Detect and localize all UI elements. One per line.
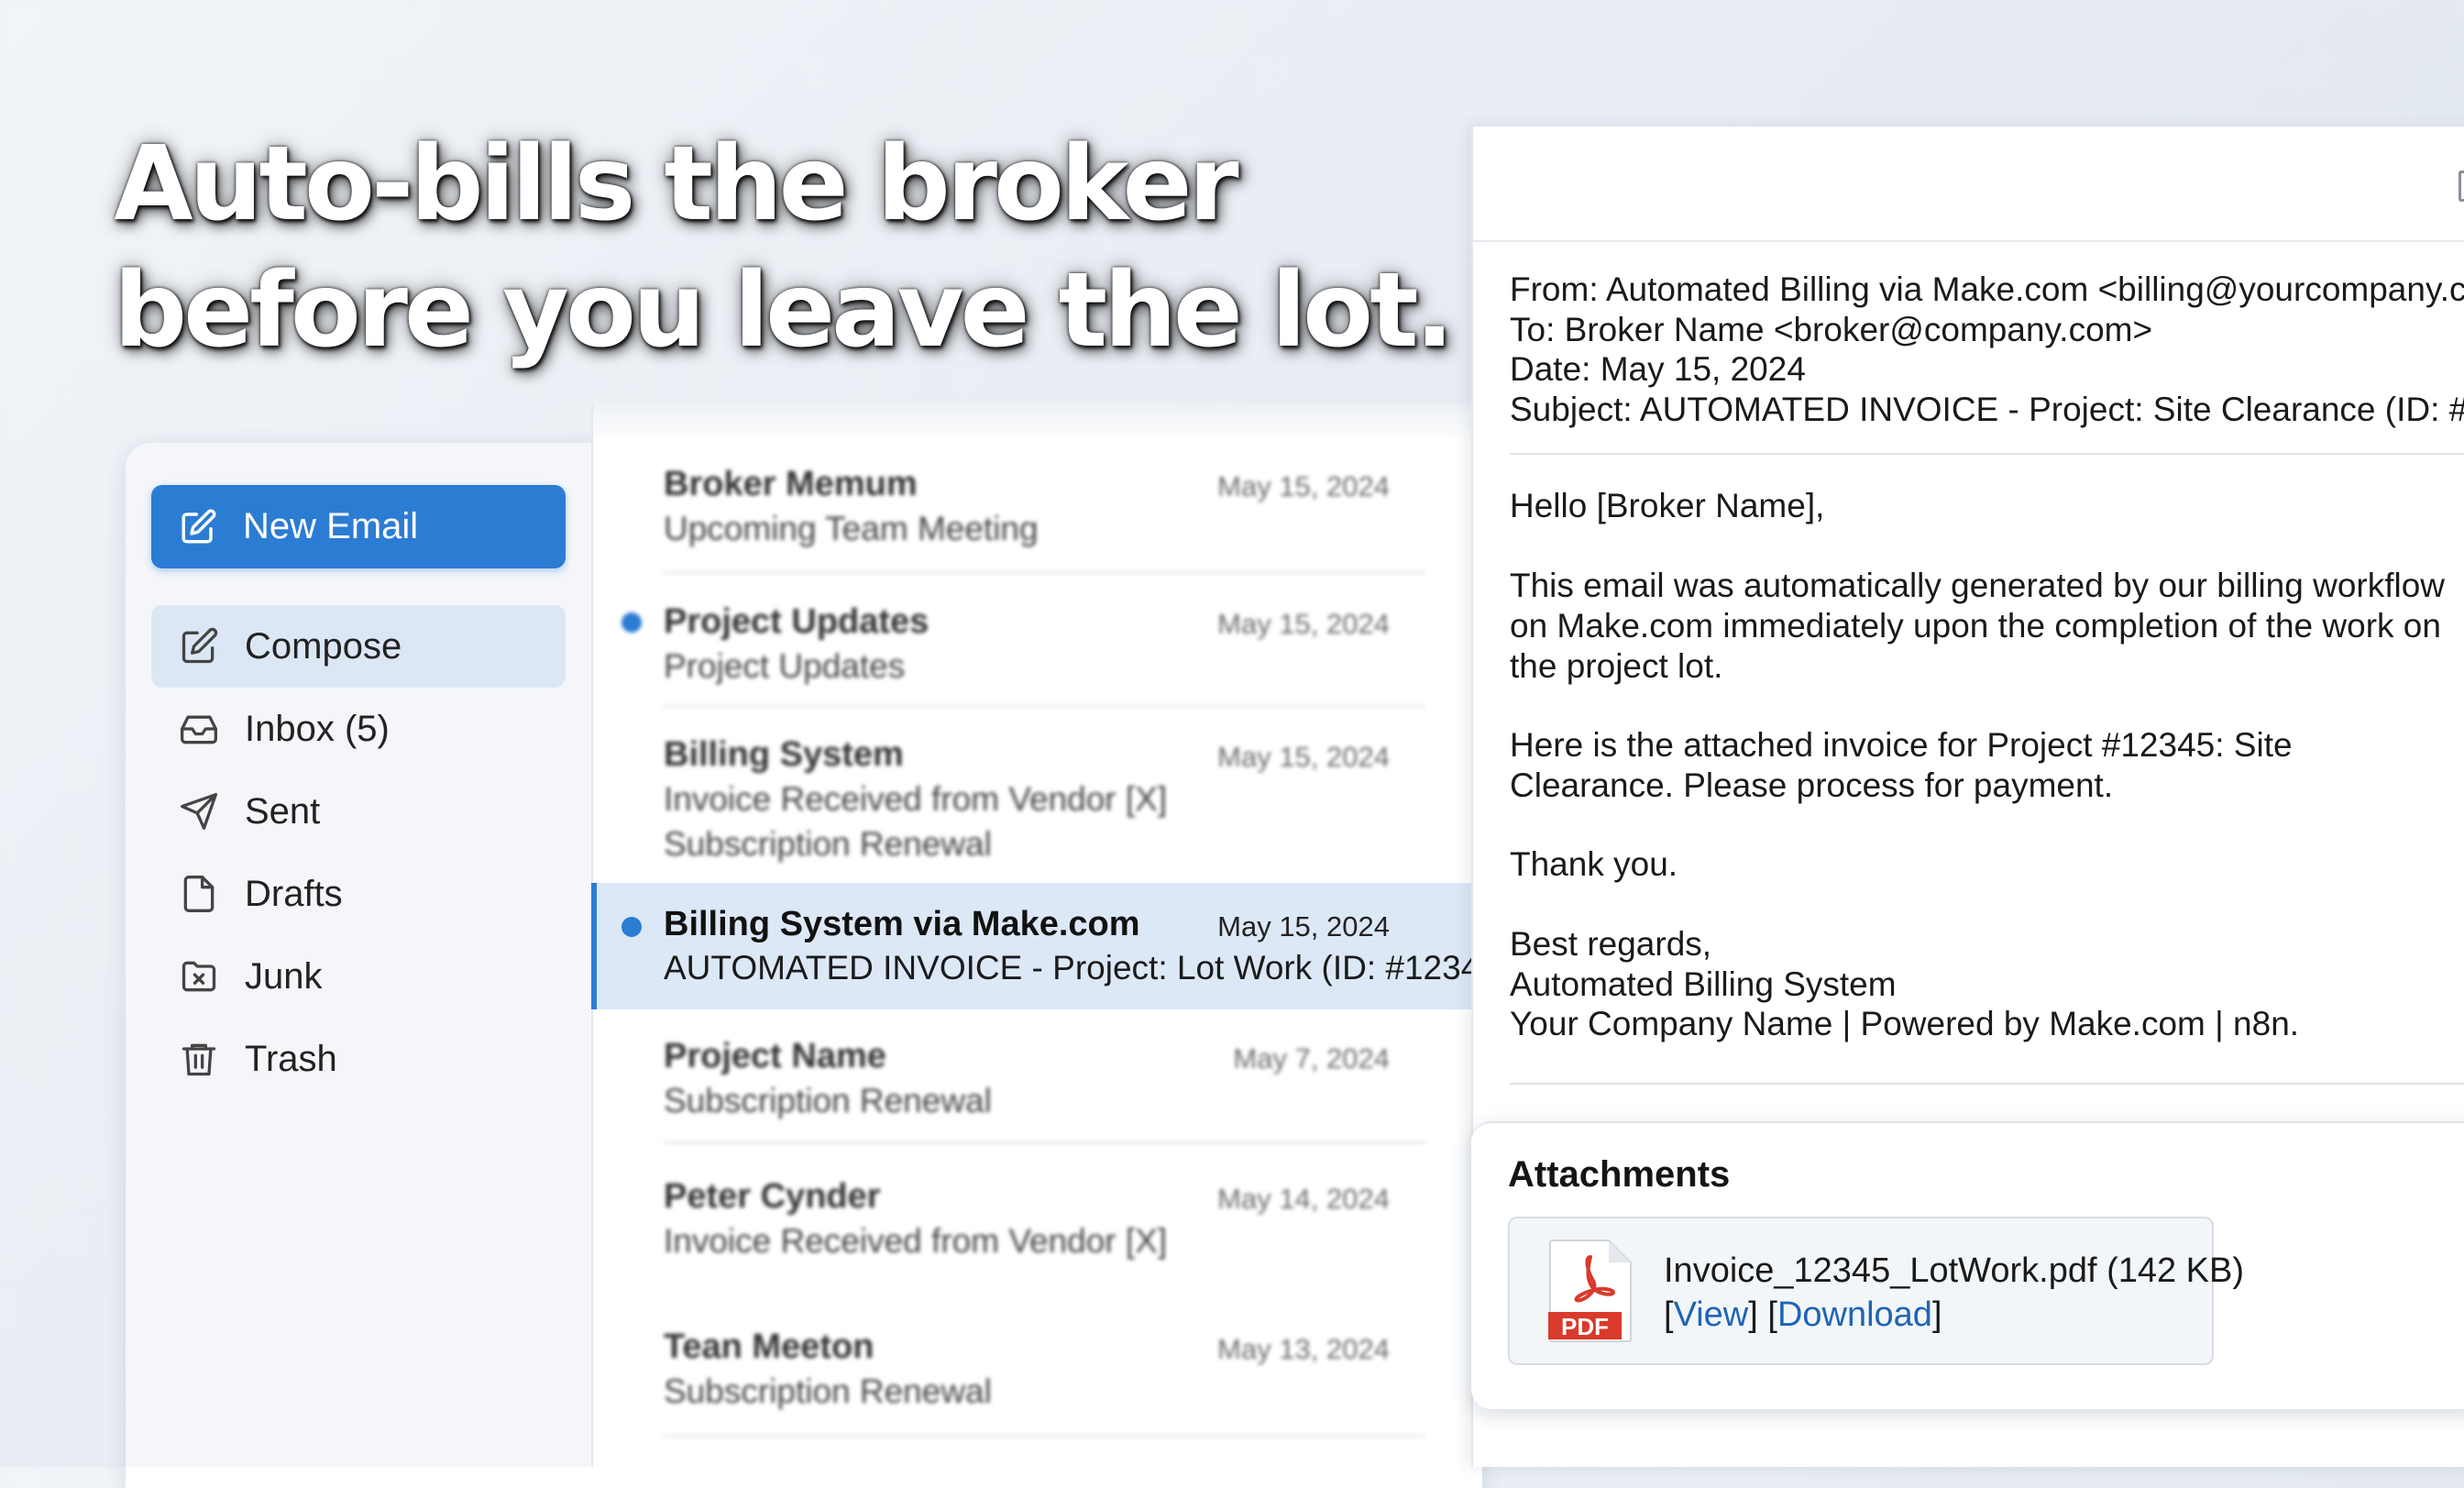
list-item[interactable]: Broker Memum May 15, 2024 Upcoming Team … [591, 443, 1471, 580]
attachments-title: Attachments [1508, 1154, 1731, 1195]
pdf-badge-label: PDF [1561, 1313, 1609, 1340]
compose-icon [182, 509, 216, 543]
new-email-button[interactable]: New Email [151, 485, 566, 568]
divider [664, 1435, 1425, 1438]
attachments-panel: Attachments PDF Invoice_12345_LotWork.pd… [1471, 1121, 2464, 1409]
list-item[interactable]: Billing System May 15, 2024 Invoice Rece… [591, 713, 1471, 883]
draft-file-icon [183, 876, 214, 912]
sender: Tean Meeton [664, 1328, 874, 1366]
compose-icon [182, 627, 218, 664]
date: May 15, 2024 [1217, 741, 1390, 773]
new-email-label: New Email [243, 506, 419, 546]
message-greeting: Hello [Broker Name], [1510, 487, 1825, 524]
signature-line-1: Best regards, [1510, 925, 1712, 963]
date: May 15, 2024 [1217, 470, 1390, 502]
list-item[interactable]: Peter Cynder May 14, 2024 Invoice Receiv… [591, 1152, 1471, 1303]
list-item-selected[interactable]: Billing System via Make.com May 15, 2024… [591, 883, 1471, 1009]
window-icon[interactable] [2458, 171, 2464, 202]
headline-line-1: Auto-bills the broker [114, 125, 1239, 244]
unread-dot [622, 612, 642, 633]
sidebar-item-label: Junk [245, 955, 323, 997]
subject-line: Upcoming Team Meeting [664, 510, 1039, 547]
sidebar-item-label: Drafts [245, 873, 343, 914]
unread-dot [622, 917, 642, 937]
sidebar-item-compose[interactable]: Compose [151, 605, 566, 688]
sender: Peter Cynder [664, 1177, 881, 1216]
subject-line: Subscription Renewal [664, 825, 992, 863]
message-subject: Subject: AUTOMATED INVOICE - Project: Si… [1510, 391, 2464, 428]
list-item[interactable]: Project Name May 7, 2024 Subscription Re… [591, 1009, 1471, 1152]
attachment-item[interactable]: PDF Invoice_12345_LotWork.pdf (142 KB) [… [1508, 1217, 2244, 1365]
signature-line-3: Your Company Name | Powered by Make.com … [1510, 1005, 2300, 1042]
message-date: Date: May 15, 2024 [1510, 350, 1806, 388]
sidebar-item-label: Sent [245, 790, 321, 832]
list-header-area [591, 403, 1473, 444]
junk-folder-icon [182, 961, 216, 992]
subject-line: Project Updates [664, 647, 906, 685]
signature-line-2: Automated Billing System [1510, 965, 1897, 1003]
sidebar-item-label: Inbox (5) [245, 708, 390, 749]
send-icon [181, 793, 217, 830]
sender: Billing System [664, 735, 904, 774]
reader-toolbar [1473, 127, 2464, 242]
sender: Broker Memum [664, 465, 918, 503]
divider [664, 1141, 1425, 1144]
date: May 13, 2024 [1217, 1333, 1390, 1365]
message-from: From: Automated Billing via Make.com <bi… [1510, 270, 2464, 308]
attachment-filename: Invoice_12345_LotWork.pdf (142 KB) [1664, 1251, 2245, 1290]
inbox-icon [181, 715, 217, 744]
sidebar-item-junk[interactable]: Junk [151, 935, 566, 1018]
list-item[interactable]: Project Updates May 15, 2024 Project Upd… [591, 580, 1471, 713]
date: May 14, 2024 [1217, 1183, 1390, 1215]
sender: Project Name [664, 1037, 886, 1075]
sidebar-item-drafts[interactable]: Drafts [151, 853, 566, 935]
headline-line-2: before you leave the lot. [114, 251, 1454, 370]
sender: Project Updates [664, 602, 930, 641]
subject-line: Invoice Received from Vendor [X] [664, 780, 1168, 818]
attachment-actions: [View] [Download] [1664, 1295, 1942, 1334]
header-divider [1510, 453, 2464, 455]
date: May 15, 2024 [1217, 910, 1390, 942]
message-thanks: Thank you. [1510, 845, 1678, 883]
email-list: Broker Memum May 15, 2024 Upcoming Team … [591, 443, 1471, 1467]
subject-line: Subscription Renewal [664, 1372, 992, 1410]
message-paragraph-1: This email was automatically generated b… [1510, 567, 2446, 685]
sidebar-item-label: Trash [245, 1038, 337, 1079]
list-item[interactable]: Tean Meeton May 13, 2024 Subscription Re… [591, 1303, 1471, 1449]
sidebar-item-sent[interactable]: Sent [151, 770, 566, 853]
download-link[interactable]: Download [1777, 1295, 1932, 1334]
subject-line: Subscription Renewal [664, 1082, 992, 1119]
subject-line: AUTOMATED INVOICE - Project: Lot Work (I… [664, 949, 1471, 986]
divider [664, 705, 1425, 708]
date: May 7, 2024 [1233, 1042, 1390, 1075]
message-paragraph-2: Here is the attached invoice for Project… [1510, 726, 2293, 804]
date: May 15, 2024 [1217, 608, 1390, 640]
subject-line: Invoice Received from Vendor [X] [664, 1222, 1168, 1260]
message-to: To: Broker Name <broker@company.com> [1510, 311, 2153, 348]
sidebar-item-inbox[interactable]: Inbox (5) [151, 688, 566, 770]
divider [664, 571, 1425, 574]
sidebar-item-trash[interactable]: Trash [151, 1018, 566, 1100]
body-divider [1510, 1083, 2464, 1085]
sidebar-item-label: Compose [245, 625, 402, 667]
sender: Billing System via Make.com [664, 905, 1140, 943]
headline: Auto-bills the broker before you leave t… [114, 121, 1489, 374]
view-link[interactable]: View [1674, 1295, 1749, 1334]
trash-icon [182, 1043, 216, 1076]
